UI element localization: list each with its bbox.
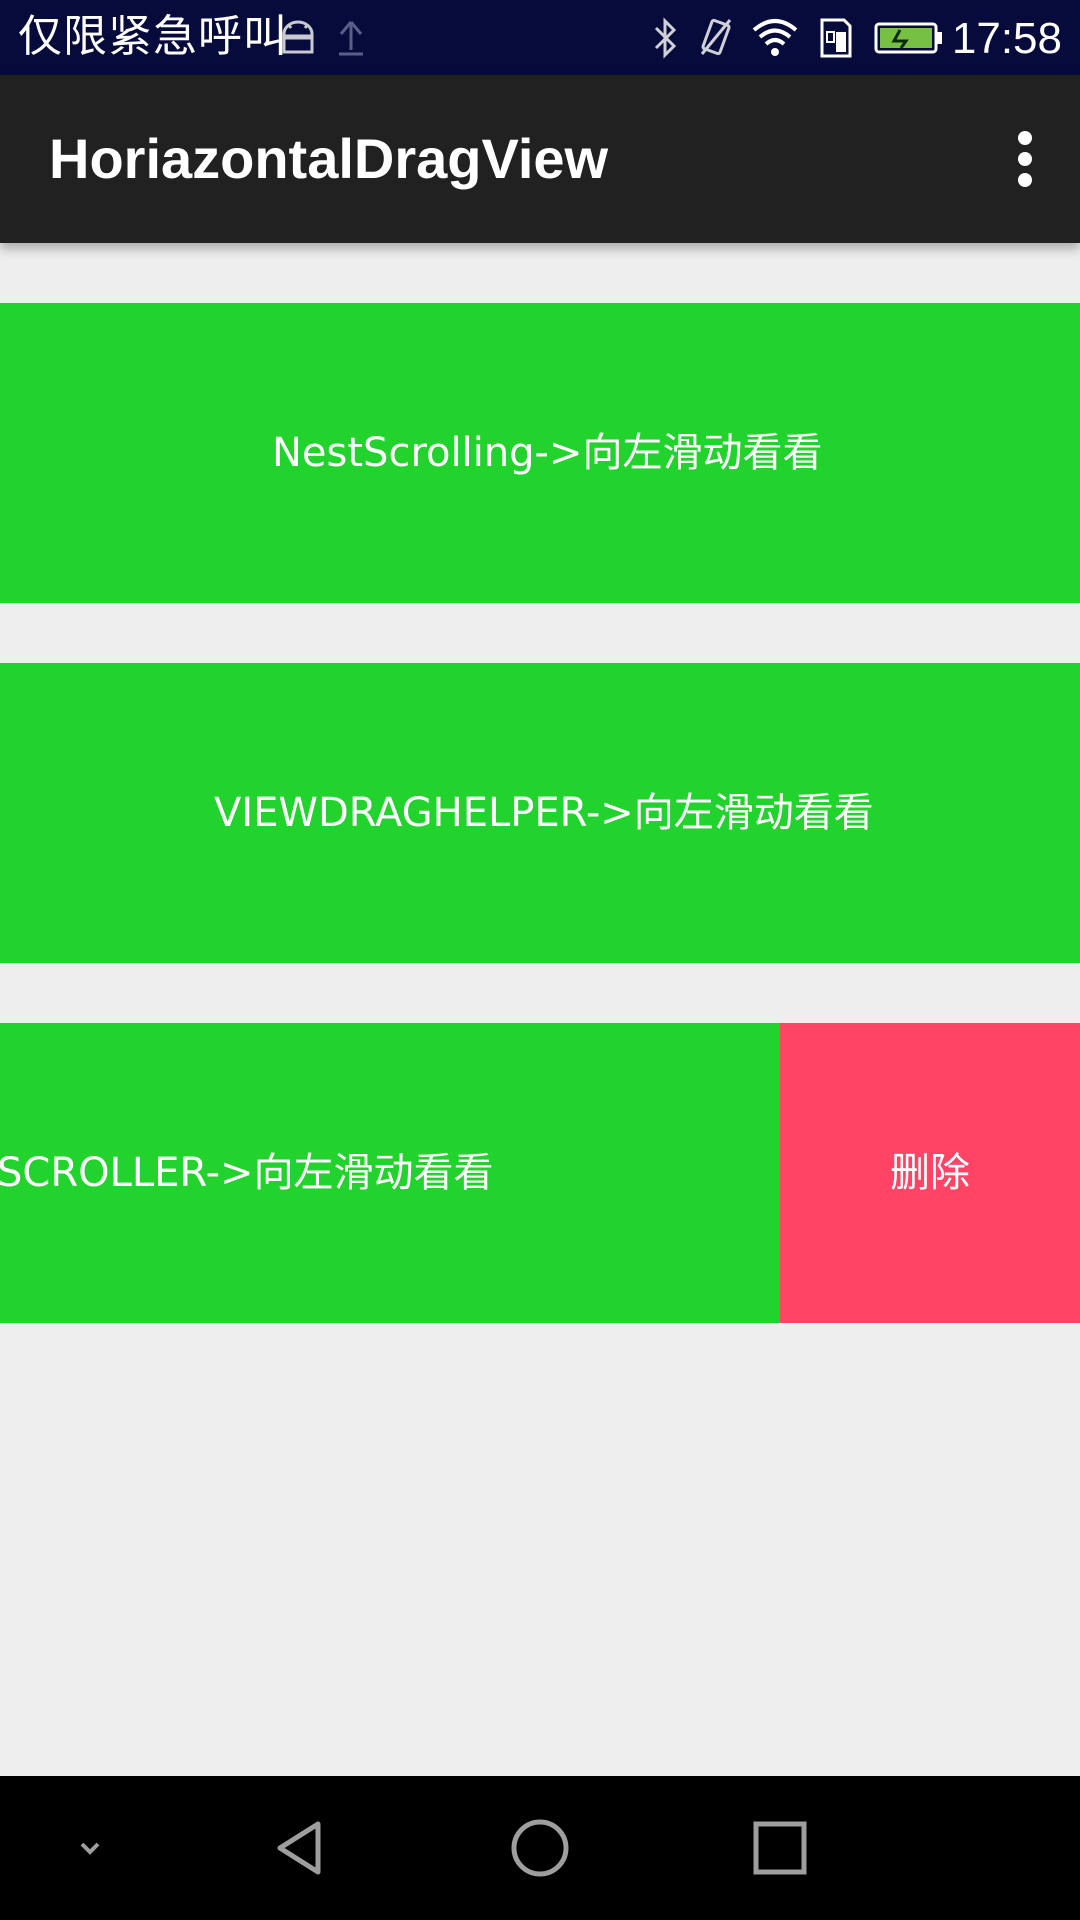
overflow-dot	[1018, 152, 1032, 166]
row-label: VIEWDRAGHELPER->向左滑动看看	[214, 790, 874, 836]
back-icon[interactable]	[264, 1812, 336, 1884]
recents-icon[interactable]	[744, 1812, 816, 1884]
overflow-dot	[1018, 173, 1032, 187]
app-title: HoriazontalDragView	[49, 127, 609, 190]
bluetooth-icon	[654, 17, 677, 59]
navigation-bar	[0, 1776, 1080, 1920]
vibrate-icon	[700, 18, 732, 56]
sim-icon	[820, 18, 852, 58]
more-vert-icon[interactable]	[990, 123, 1062, 195]
row-label: NestScrolling->向左滑动看看	[272, 430, 823, 476]
chevron-down-icon[interactable]	[54, 1812, 126, 1884]
home-icon[interactable]	[504, 1812, 576, 1884]
viewdraghelper-row[interactable]: VIEWDRAGHELPER->向左滑动看看	[0, 663, 1080, 963]
status-time: 17:58	[951, 14, 1062, 63]
carrier-text: 仅限紧急呼叫	[18, 11, 288, 62]
battery-charging-icon	[874, 22, 942, 54]
upload-icon	[339, 21, 363, 56]
screen: 仅限紧急呼叫 17:58 HoriazontalDragView NestScr…	[0, 0, 1080, 1920]
overflow-dot	[1018, 131, 1032, 145]
status-bar: 仅限紧急呼叫 17:58	[0, 0, 1080, 75]
scroller-row[interactable]: SCROLLER->向左滑动看看 删除	[0, 1023, 1080, 1323]
scroller-row-content[interactable]: SCROLLER->向左滑动看看	[0, 1023, 780, 1323]
wifi-icon	[752, 19, 798, 56]
row-label: SCROLLER->向左滑动看看	[0, 1150, 494, 1196]
app-bar: HoriazontalDragView	[0, 75, 1080, 243]
delete-button[interactable]: 删除	[780, 1023, 1080, 1323]
nestscrolling-row[interactable]: NestScrolling->向左滑动看看	[0, 303, 1080, 603]
android-icon	[282, 20, 314, 54]
